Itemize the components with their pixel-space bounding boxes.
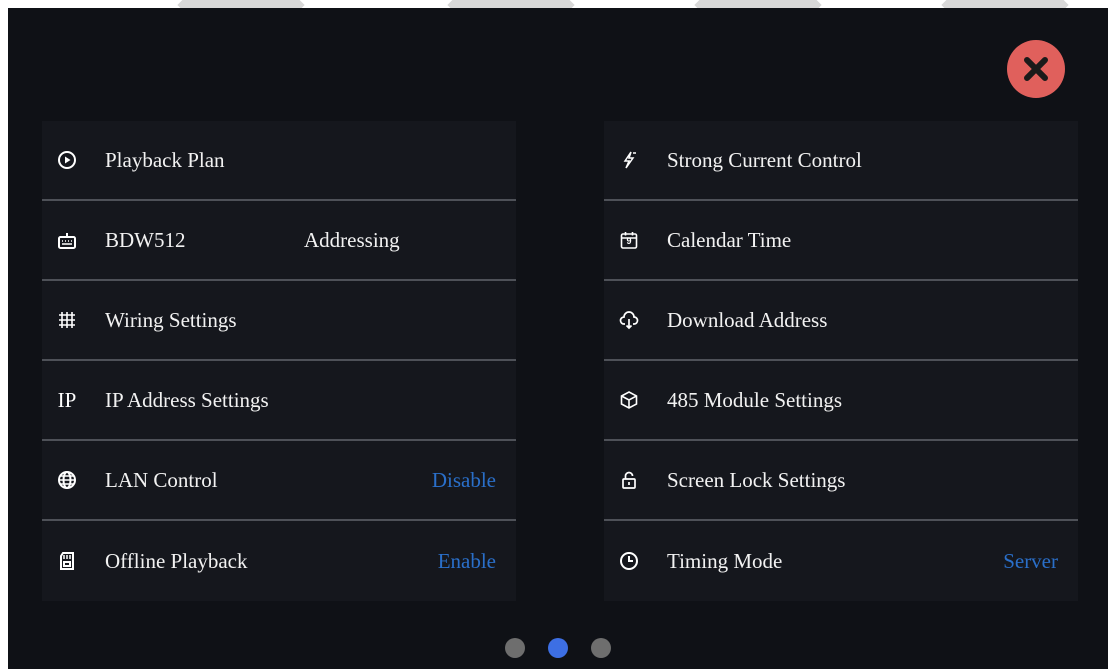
calendar-icon: 9 — [618, 229, 640, 251]
timing-mode-value[interactable]: Server — [1003, 549, 1058, 574]
keyboard-icon — [56, 229, 78, 251]
timing-mode-item[interactable]: Timing Mode Server — [604, 521, 1078, 601]
cube-icon — [618, 389, 640, 411]
strong-current-control-label: Strong Current Control — [667, 147, 862, 172]
wiring-settings-label: Wiring Settings — [105, 307, 237, 332]
playback-plan-item[interactable]: Playback Plan — [42, 121, 516, 201]
bdw512-addressing-item[interactable]: BDW512 Addressing — [42, 201, 516, 281]
globe-icon — [56, 469, 78, 491]
screen-lock-settings-label: Screen Lock Settings — [667, 467, 846, 492]
lan-control-value[interactable]: Disable — [432, 468, 496, 493]
grid-icon — [56, 309, 78, 331]
lan-control-label: LAN Control — [105, 467, 218, 492]
offline-playback-label: Offline Playback — [105, 548, 248, 573]
lock-icon — [618, 469, 640, 491]
lan-control-item[interactable]: LAN Control Disable — [42, 441, 516, 521]
download-address-item[interactable]: Download Address — [604, 281, 1078, 361]
left-settings-list: Playback Plan BDW512 Addressing Wiring S… — [42, 121, 516, 601]
485-module-settings-label: 485 Module Settings — [667, 387, 843, 412]
timing-mode-label: Timing Mode — [667, 548, 783, 573]
page-dot-3[interactable] — [591, 638, 611, 658]
play-circle-icon — [56, 149, 78, 171]
right-settings-list: Strong Current Control 9 Calendar Time D… — [604, 121, 1078, 601]
addressing-label: Addressing — [304, 227, 400, 252]
close-button[interactable] — [1007, 40, 1065, 98]
playback-plan-label: Playback Plan — [105, 147, 225, 172]
download-address-label: Download Address — [667, 307, 828, 332]
ip-address-settings-label: IP Address Settings — [105, 387, 269, 412]
bdw512-label: BDW512 — [105, 227, 186, 252]
ip-address-settings-item[interactable]: IP IP Address Settings — [42, 361, 516, 441]
page-indicator — [8, 638, 1108, 658]
lightning-icon — [618, 149, 640, 171]
offline-playback-item[interactable]: Offline Playback Enable — [42, 521, 516, 601]
485-module-settings-item[interactable]: 485 Module Settings — [604, 361, 1078, 441]
offline-playback-value[interactable]: Enable — [438, 549, 496, 574]
close-icon — [1024, 57, 1048, 81]
page-dot-1[interactable] — [505, 638, 525, 658]
calendar-time-label: Calendar Time — [667, 227, 792, 252]
page-dot-2[interactable] — [548, 638, 568, 658]
sd-card-icon — [56, 550, 78, 572]
ip-text-icon: IP — [57, 387, 77, 412]
wiring-settings-item[interactable]: Wiring Settings — [42, 281, 516, 361]
cloud-download-icon — [618, 309, 640, 331]
screen-lock-settings-item[interactable]: Screen Lock Settings — [604, 441, 1078, 521]
settings-panel: Playback Plan BDW512 Addressing Wiring S… — [8, 8, 1108, 669]
clock-icon — [618, 550, 640, 572]
calendar-time-item[interactable]: 9 Calendar Time — [604, 201, 1078, 281]
calendar-day-number: 9 — [626, 236, 632, 246]
strong-current-control-item[interactable]: Strong Current Control — [604, 121, 1078, 201]
